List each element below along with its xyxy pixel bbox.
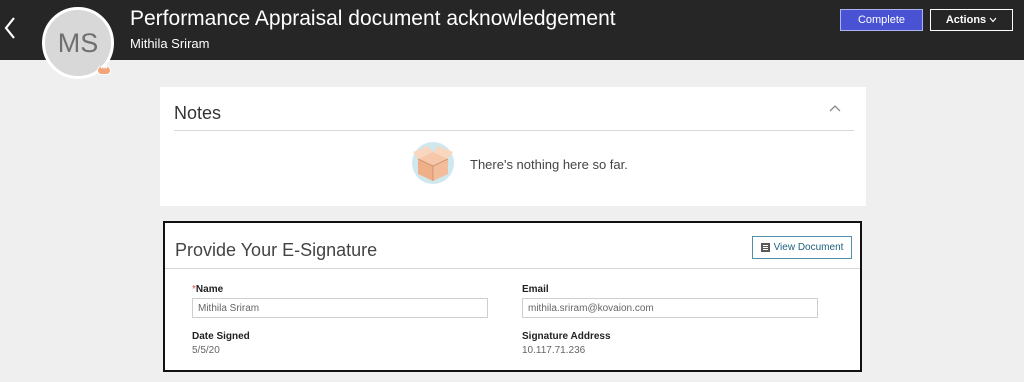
notes-card: Notes There's nothing here so far. <box>160 87 866 206</box>
header-bar: MS ••• Performance Appraisal document ac… <box>0 0 1024 79</box>
actions-label: Actions <box>945 14 987 26</box>
view-document-label: View Document <box>773 242 844 253</box>
e-signature-card: Provide Your E-Signature View Document *… <box>163 221 862 372</box>
actions-button[interactable]: Actions <box>930 9 1013 31</box>
date-signed-value: 5/5/20 <box>192 345 220 356</box>
presence-badge: ••• <box>97 66 111 75</box>
chevron-up-icon[interactable] <box>828 103 842 113</box>
e-signature-title: Provide Your E-Signature <box>175 240 378 260</box>
email-field[interactable] <box>522 298 818 318</box>
chevron-down-icon <box>989 17 997 23</box>
signature-address-value: 10.117.71.236 <box>522 345 586 356</box>
complete-button[interactable]: Complete <box>840 9 923 31</box>
page-title: Performance Appraisal document acknowled… <box>130 7 616 30</box>
back-button[interactable] <box>0 8 24 48</box>
signature-address-label: Signature Address <box>522 331 611 342</box>
notes-title: Notes <box>174 103 222 123</box>
avatar-initials: MS <box>57 27 99 58</box>
empty-state-text: There's nothing here so far. <box>470 157 628 172</box>
divider <box>165 268 860 269</box>
name-field[interactable] <box>192 298 488 318</box>
email-label: Email <box>522 284 549 295</box>
page-subtitle: Mithila Sriram <box>130 36 210 51</box>
date-signed-label: Date Signed <box>192 331 250 342</box>
back-arrow-icon <box>4 17 15 39</box>
name-label-text: Name <box>195 284 224 295</box>
document-icon <box>760 243 770 252</box>
view-document-button[interactable]: View Document <box>752 236 852 259</box>
empty-box-icon <box>412 142 454 184</box>
divider <box>174 130 854 131</box>
name-label: *Name <box>192 284 223 295</box>
